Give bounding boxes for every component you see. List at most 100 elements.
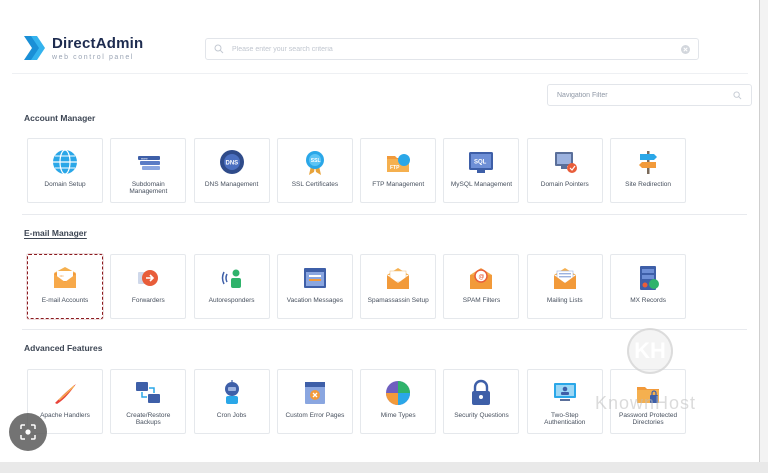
section-title-account-manager: Account Manager [24, 113, 96, 123]
tile-site-redirection[interactable]: Site Redirection [610, 138, 687, 203]
tile-label: Cron Jobs [216, 412, 247, 419]
window-edge [760, 0, 768, 462]
tile-vacation-messages[interactable]: Vacation Messages [276, 254, 353, 319]
tile-label: E-mail Accounts [41, 297, 89, 304]
tile-mx-records[interactable]: MX Records [610, 254, 687, 319]
email-manager-row: ••• E-mail Accounts Forwarders Autorespo… [27, 254, 693, 319]
filter-search-icon[interactable] [733, 90, 742, 100]
tile-spamassassin-setup[interactable]: Spamassassin Setup [360, 254, 437, 319]
tile-label: FTP Management [372, 181, 425, 188]
global-search [205, 38, 699, 60]
tile-label: SPAM Filters [462, 297, 501, 304]
search-icon [214, 44, 224, 54]
tile-mysql-management[interactable]: SQL MySQL Management [443, 138, 520, 203]
tile-password-protected-directories[interactable]: Password Protected Directories [610, 369, 687, 434]
tile-custom-error-pages[interactable]: Custom Error Pages [276, 369, 353, 434]
tile-mime-types[interactable]: Mime Types [360, 369, 437, 434]
tile-ftp-management[interactable]: FTP FTP Management [360, 138, 437, 203]
tile-label: Autoresponders [208, 297, 255, 304]
header-divider [12, 73, 748, 74]
brand-subtitle: web control panel [52, 53, 135, 61]
navigation-filter-input[interactable] [557, 91, 733, 99]
tile-label: Mailing Lists [546, 297, 583, 304]
tile-two-step-authentication[interactable]: Two-Step Authentication [526, 369, 603, 434]
tile-mailing-lists[interactable]: Mailing Lists [526, 254, 603, 319]
tile-label: Custom Error Pages [285, 412, 345, 419]
autoresponder-icon [221, 269, 241, 288]
navigation-filter [547, 84, 752, 106]
apache-feather-icon [55, 384, 76, 404]
svg-text:•••: ••• [60, 273, 65, 278]
tile-label: Forwarders [131, 297, 165, 304]
spam-filter-icon: @ [470, 268, 493, 289]
search-input[interactable] [232, 45, 681, 53]
clear-search-icon[interactable] [681, 44, 690, 54]
tile-label: Create/Restore Backups [126, 412, 171, 427]
directadmin-logo[interactable]: DirectAdmin web control panel [22, 34, 143, 62]
tile-label: MX Records [630, 297, 666, 304]
tile-label: Mime Types [380, 412, 416, 419]
section-title-email-manager[interactable]: E-mail Manager [24, 228, 87, 238]
tile-label: DNS Management [204, 181, 259, 188]
directadmin-page: DirectAdmin web control panel Account Ma… [0, 0, 760, 462]
window-bottom-edge [0, 462, 768, 473]
svg-text:FTP: FTP [390, 165, 400, 171]
svg-text:www: www [141, 156, 148, 160]
subdomain-icon: www [138, 156, 161, 170]
dns-icon: DNS [219, 150, 244, 174]
account-manager-row: Domain Setup www Subdomain Management DN… [27, 138, 693, 203]
tile-label: Password Protected Directories [618, 412, 678, 427]
mailing-list-icon [553, 268, 576, 289]
tile-domain-pointers[interactable]: Domain Pointers [526, 138, 603, 203]
mime-types-icon [386, 381, 411, 405]
tile-autoresponders[interactable]: Autoresponders [193, 254, 270, 319]
lens-icon [20, 424, 36, 440]
padlock-icon [472, 379, 491, 405]
tile-create-restore-backups[interactable]: Create/Restore Backups [110, 369, 187, 434]
mx-records-icon [640, 266, 660, 290]
two-step-auth-icon [553, 383, 576, 401]
tile-cron-jobs[interactable]: Cron Jobs [193, 369, 270, 434]
tile-label: Domain Pointers [540, 181, 589, 188]
brand-title: DirectAdmin [52, 34, 144, 52]
cron-robot-icon [224, 380, 239, 404]
error-page-icon [304, 382, 325, 404]
spamassassin-envelope-icon [387, 268, 410, 289]
tile-label: Security Questions [454, 412, 509, 419]
globe-icon [53, 149, 77, 175]
svg-text:SQL: SQL [474, 160, 487, 166]
ssl-certificate-icon: SSL [305, 151, 324, 175]
tile-label: Domain Setup [44, 181, 86, 188]
tile-subdomain-management[interactable]: www Subdomain Management [110, 138, 187, 203]
tile-label: Spamassassin Setup [367, 297, 429, 304]
domain-pointer-icon [554, 152, 577, 173]
tile-ssl-certificates[interactable]: SSL SSL Certificates [276, 138, 353, 203]
tile-label: Subdomain Management [129, 181, 168, 196]
tile-label: SSL Certificates [291, 181, 339, 188]
vacation-message-icon [303, 268, 326, 288]
signpost-icon [639, 151, 658, 174]
directadmin-logo-icon [22, 34, 46, 62]
forward-arrow-icon [138, 270, 159, 286]
lens-button[interactable] [9, 413, 47, 451]
ftp-folder-icon: FTP [387, 154, 411, 172]
sql-database-icon: SQL [469, 152, 494, 173]
advanced-features-row: Apache Handlers Create/Restore Backups C… [27, 369, 693, 434]
tile-label: Apache Handlers [40, 412, 90, 419]
tile-label: Site Redirection [625, 181, 672, 188]
tile-domain-setup[interactable]: Domain Setup [27, 138, 103, 203]
tile-dns-management[interactable]: DNS DNS Management [193, 138, 270, 203]
envelope-icon: ••• [54, 267, 76, 288]
tile-forwarders[interactable]: Forwarders [110, 254, 187, 319]
tile-email-accounts[interactable]: ••• E-mail Accounts [27, 254, 103, 319]
section-title-advanced-features: Advanced Features [24, 343, 103, 353]
backup-computers-icon [136, 382, 161, 403]
svg-text:DNS: DNS [225, 161, 238, 167]
section-divider [22, 329, 747, 330]
tile-spam-filters[interactable]: @ SPAM Filters [443, 254, 520, 319]
protected-folder-icon [637, 387, 660, 403]
tile-security-questions[interactable]: Security Questions [443, 369, 520, 434]
watermark-mark: KH [627, 328, 673, 374]
tile-label: MySQL Management [450, 181, 513, 188]
tile-label: Vacation Messages [286, 297, 344, 304]
